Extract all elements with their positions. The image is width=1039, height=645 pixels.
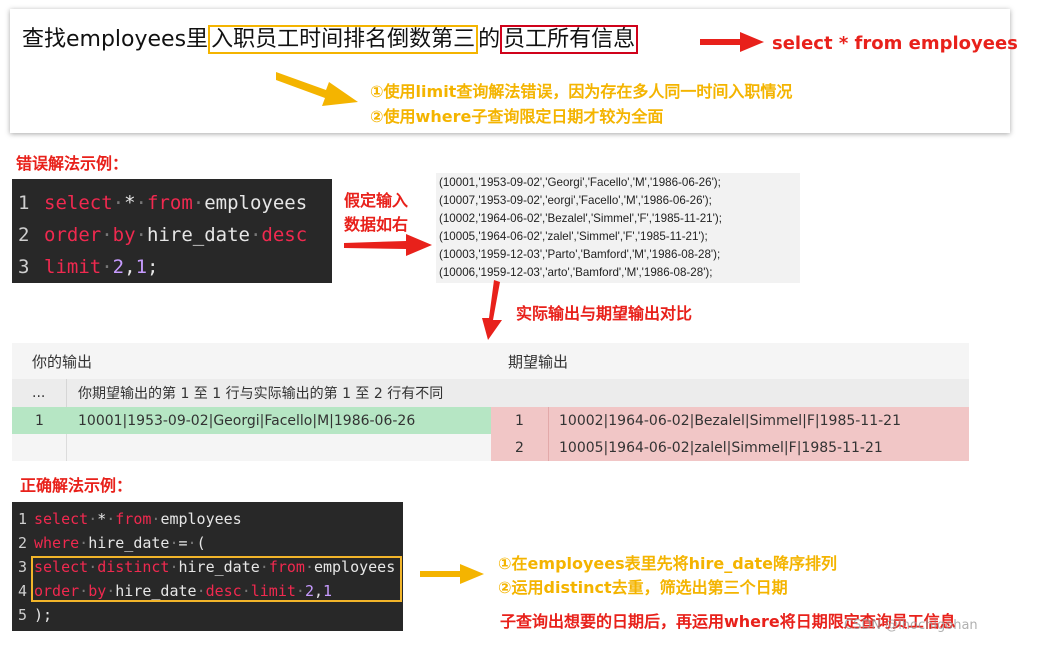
empty-row <box>12 434 491 461</box>
row-number: 1 <box>515 412 524 429</box>
code-line: 2 order·by·hire_date·desc <box>12 219 332 251</box>
watermark: CSDN @lhochigohan <box>844 618 978 633</box>
code-token: limit <box>44 256 102 278</box>
divider <box>66 434 67 461</box>
arrow-down-right-icon <box>276 72 358 106</box>
code-token: hire_date <box>147 224 250 246</box>
input-row: (10003,'1959-12-03','Parto','Bamford','M… <box>439 248 721 261</box>
code-token: 2 <box>112 256 125 278</box>
arrow-right-icon <box>344 234 432 256</box>
input-row: (10001,'1953-09-02','Georgi','Facello','… <box>439 176 721 189</box>
line-number: 5 <box>18 606 28 624</box>
code-token: select <box>44 192 113 214</box>
code-token: select <box>34 510 89 528</box>
code-token: = <box>178 534 188 552</box>
code-token: · <box>249 224 262 246</box>
arrow-right-icon <box>700 32 764 52</box>
input-row: (10005,'1964-06-02','zalel','Simmel','F'… <box>439 230 708 243</box>
code-token: employees <box>204 192 308 214</box>
question-mid: 的 <box>478 27 501 52</box>
table-row: 2 10005|1964-06-02|zalel|Simmel|F|1985-1… <box>491 434 969 461</box>
correct-title: 正确解法示例： <box>20 476 133 495</box>
result-rows: 1 10001|1953-09-02|Georgi|Facello|M|1986… <box>12 407 969 461</box>
wrong-code-block: 1 select·*·from·employees 2 order·by·hire_d… <box>12 179 332 283</box>
code-token: · <box>112 192 125 214</box>
diff-message: 你期望输出的第 1 至 1 行与实际输出的第 1 至 2 行有不同 <box>78 386 444 402</box>
result-header: 你的输出 期望输出 <box>12 343 969 379</box>
code-line: 1 select·*·from·employees <box>12 187 332 219</box>
code-line: 2 where·hire_date·=·( <box>12 531 403 555</box>
input-row: (10002,'1964-06-02','Bezalel','Simmel','… <box>439 212 722 225</box>
divider <box>548 407 549 434</box>
code-token: · <box>101 224 113 246</box>
question-text: 查找employees里 入职员工时间排名倒数第三的员工所有信息 <box>22 25 639 54</box>
code-token: where <box>34 534 80 552</box>
code-token: 1 <box>135 256 148 278</box>
code-token: desc <box>261 224 308 246</box>
code-token: · <box>192 192 205 214</box>
code-token: order <box>44 224 102 246</box>
row-number: 2 <box>515 439 524 456</box>
table-row: 1 10001|1953-09-02|Georgi|Facello|M|1986… <box>12 407 491 434</box>
question-prefix: 查找employees里 <box>22 27 209 52</box>
compare-label: 实际输出与期望输出对比 <box>516 304 693 323</box>
line-number: 2 <box>18 534 28 552</box>
row-number: 1 <box>35 412 44 429</box>
code-token: · <box>101 256 113 278</box>
code-token: ( <box>196 534 206 552</box>
line-number: 2 <box>18 224 30 246</box>
row-value: 10005|1964-06-02|zalel|Simmel|F|1985-11-… <box>559 439 883 456</box>
code-token: · <box>135 192 147 214</box>
row-value: 10001|1953-09-02|Georgi|Facello|M|1986-0… <box>78 412 416 429</box>
divider <box>548 434 549 461</box>
arrow-right-icon <box>420 564 484 584</box>
note-distinct: ②运用distinct去重，筛选出第三个日期 <box>498 578 788 597</box>
code-line: 1 select·*·from·employees <box>12 507 403 531</box>
note-desc-order: ①在employees表里先将hire_date降序排列 <box>498 554 838 573</box>
code-token: employees <box>160 510 242 528</box>
arrow-down-icon <box>482 280 502 340</box>
code-token: , <box>124 256 136 278</box>
code-line: 3 limit·2,1; <box>12 251 332 283</box>
code-token: · <box>135 224 147 246</box>
code-token: · <box>106 510 116 528</box>
code-token: ); <box>34 606 53 624</box>
code-token: * <box>97 510 107 528</box>
table-row: 1 10002|1964-06-02|Bezalel|Simmel|F|1985… <box>491 407 969 434</box>
code-token: · <box>187 534 197 552</box>
ellipsis: ... <box>32 385 46 401</box>
expected-output-heading: 期望输出 <box>508 352 569 371</box>
input-data: (10001,'1953-09-02','Georgi','Facello','… <box>436 173 800 283</box>
line-number: 1 <box>18 510 28 528</box>
assume-label-1: 假定输入 <box>344 191 409 210</box>
note-limit-wrong: ①使用limit查询解法错误，因为存在多人同一时间入职情况 <box>370 82 793 101</box>
note-use-where: ②使用where子查询限定日期才较为全面 <box>370 107 664 126</box>
line-number: 1 <box>18 192 30 214</box>
subquery-highlight <box>31 556 402 602</box>
input-row: (10007,'1953-09-02','eorgi','Facello','M… <box>439 194 712 207</box>
assume-label: 假定输入 数据如右 <box>344 189 408 237</box>
code-token: ; <box>147 256 159 278</box>
code-token: hire_date <box>88 534 170 552</box>
wrong-title: 错误解法示例： <box>16 154 129 173</box>
highlight-rank: 入职员工时间排名倒数第三 <box>208 25 479 54</box>
code-token: from <box>115 510 152 528</box>
code-token: by <box>112 224 136 246</box>
code-token: · <box>169 534 179 552</box>
divider <box>66 379 67 407</box>
row-value: 10002|1964-06-02|Bezalel|Simmel|F|1985-1… <box>559 412 901 429</box>
line-number: 3 <box>18 256 30 278</box>
code-token: from <box>147 192 193 214</box>
code-line: 5); <box>12 603 403 627</box>
code-token: * <box>124 192 136 214</box>
diff-message-row: ... 你期望输出的第 1 至 1 行与实际输出的第 1 至 2 行有不同 <box>12 379 969 407</box>
select-statement: select * from employees <box>772 33 1018 54</box>
code-token: · <box>79 534 89 552</box>
highlight-info: 员工所有信息 <box>500 25 639 54</box>
code-token: · <box>88 510 98 528</box>
your-output-heading: 你的输出 <box>32 352 93 371</box>
